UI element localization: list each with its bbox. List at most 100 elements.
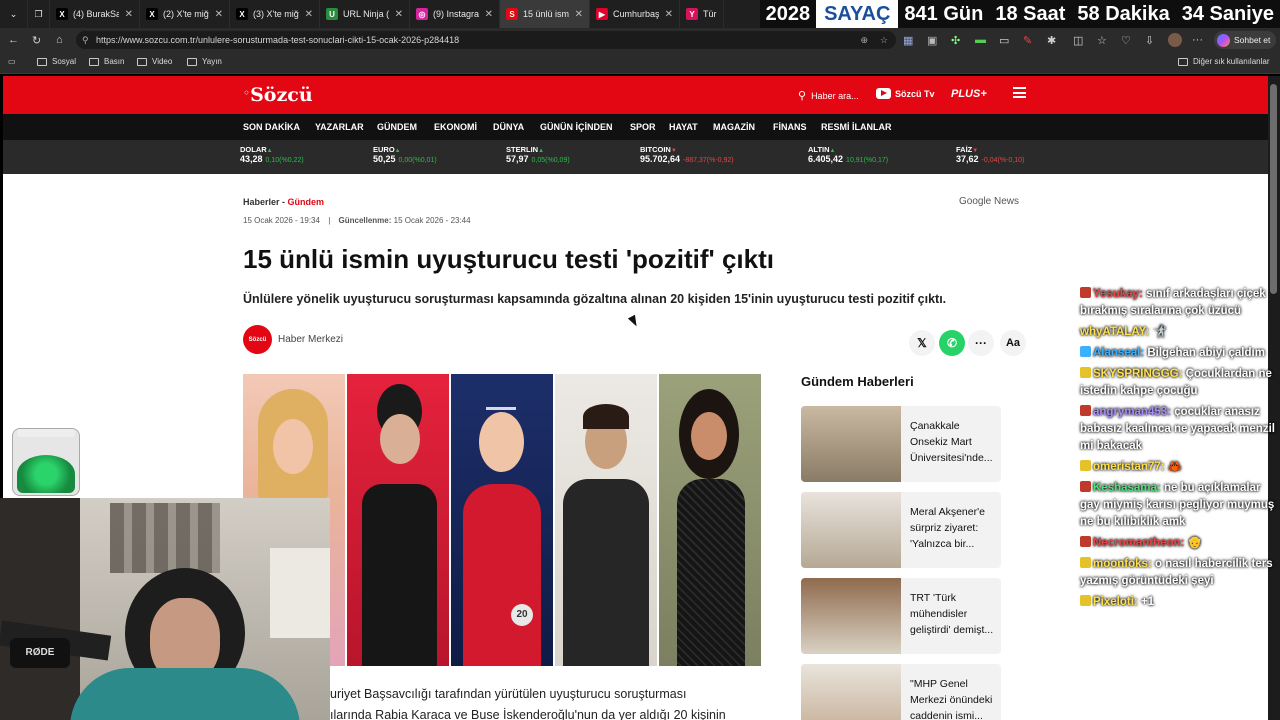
- nav-item[interactable]: SON DAKİKA: [243, 122, 300, 132]
- ticker-value: 57,97: [506, 154, 529, 164]
- tv-label: Sözcü Tv: [895, 88, 935, 99]
- browser-tab[interactable]: ◎ (9) Instagram ✕: [410, 0, 500, 28]
- ticker-name: FAİZ▼: [956, 145, 979, 154]
- browser-tab[interactable]: Y Türkiye: [680, 0, 724, 28]
- nav-item[interactable]: YAZARLAR: [315, 122, 364, 132]
- bookmark-folder-yayin[interactable]: Yayın: [187, 57, 222, 66]
- collections-icon[interactable]: ♡: [1121, 34, 1131, 47]
- tab-close-icon[interactable]: ✕: [485, 9, 493, 20]
- extension-icon-2[interactable]: ▣: [927, 34, 937, 47]
- tab-close-icon[interactable]: ✕: [125, 9, 133, 20]
- browser-tab[interactable]: X (4) BurakSakin ✕: [50, 0, 140, 28]
- photo-panel-3: 20: [451, 374, 553, 666]
- nav-item[interactable]: RESMİ İLANLAR: [821, 122, 892, 132]
- workspaces-icon[interactable]: ❐: [28, 0, 50, 28]
- chat-badge-icon: [1080, 481, 1091, 492]
- chat-badge-icon: [1080, 367, 1091, 378]
- nav-item[interactable]: GÜNDEM: [377, 122, 417, 132]
- chat-badge-icon: [1080, 405, 1091, 416]
- author-name[interactable]: Haber Merkezi: [278, 334, 343, 345]
- reload-icon[interactable]: ↻: [32, 34, 41, 47]
- bookmark-folder-basin[interactable]: Basın: [89, 57, 124, 66]
- ticker-item[interactable]: FAİZ▼ 37,62 -0,04(%-0,10): [956, 145, 1024, 164]
- news-card[interactable]: TRT 'Türk mühendisler geliştirdi' demişt…: [801, 578, 1001, 654]
- chat-username: Yesukay:: [1093, 288, 1143, 300]
- chat-text: 🤺: [1152, 326, 1167, 338]
- nav-item[interactable]: HAYAT: [669, 122, 698, 132]
- extension-icon-3[interactable]: ✣: [951, 34, 960, 47]
- tab-favicon-icon: ◎: [416, 8, 428, 20]
- news-card-thumbnail: [801, 578, 901, 654]
- hamburger-menu-icon[interactable]: [1013, 87, 1026, 98]
- breadcrumb-home[interactable]: Haberler: [243, 197, 280, 207]
- nav-item[interactable]: DÜNYA: [493, 122, 524, 132]
- plus-link[interactable]: PLUS+: [951, 88, 987, 100]
- nav-item[interactable]: EKONOMİ: [434, 122, 477, 132]
- browser-tab[interactable]: ▶ Cumhurbaşkan ✕: [590, 0, 680, 28]
- tab-close-icon[interactable]: ✕: [665, 9, 673, 20]
- reader-icon[interactable]: ⊕: [860, 31, 868, 49]
- author-avatar[interactable]: Sözcü: [243, 325, 272, 354]
- news-card[interactable]: Meral Akşener'e sürpriz ziyaret: 'Yalnız…: [801, 492, 1001, 568]
- split-screen-icon[interactable]: ◫: [1073, 34, 1083, 47]
- share-x-button[interactable]: 𝕏: [909, 330, 935, 356]
- nav-item[interactable]: SPOR: [630, 122, 656, 132]
- profile-avatar[interactable]: [1168, 33, 1182, 47]
- nav-item[interactable]: MAGAZİN: [713, 122, 755, 132]
- more-menu-icon[interactable]: ···: [1192, 34, 1203, 46]
- counter-hours: 18 Saat: [995, 3, 1066, 25]
- tab-title: (4) BurakSakin: [73, 9, 119, 19]
- extension-icon-4[interactable]: ▬: [975, 34, 986, 46]
- share-whatsapp-button[interactable]: ✆: [939, 330, 965, 356]
- google-news-link[interactable]: Google News: [959, 196, 1019, 207]
- breadcrumb-section[interactable]: Gündem: [288, 197, 325, 207]
- chat-username: Necromantheon:: [1093, 537, 1185, 549]
- bookmark-folder-sosyal[interactable]: Sosyal: [37, 57, 76, 66]
- bookmark-label: Video: [152, 57, 173, 66]
- bookmark-folder-video[interactable]: Video: [137, 57, 172, 66]
- favorite-star-icon[interactable]: ☆: [880, 31, 888, 49]
- share-more-button[interactable]: ···: [968, 330, 994, 356]
- ticker-item[interactable]: ALTIN▲ 6.405,42 10,91(%0,17): [808, 145, 888, 164]
- site-search[interactable]: ⚲ Haber ara...: [798, 89, 859, 102]
- tab-title: Türkiye: [703, 9, 717, 19]
- home-icon[interactable]: ⌂: [56, 34, 63, 46]
- tab-close-icon[interactable]: ✕: [215, 9, 223, 20]
- news-card[interactable]: "MHP Genel Merkezi önündeki caddenin ism…: [801, 664, 1001, 720]
- scrollbar-thumb[interactable]: [1270, 84, 1277, 294]
- tab-close-icon[interactable]: ✕: [395, 9, 403, 20]
- extensions-puzzle-icon[interactable]: ✱: [1047, 34, 1056, 47]
- ticker-item[interactable]: DOLAR▲ 43,28 0,10(%0,22): [240, 145, 304, 164]
- copilot-chat-button[interactable]: Sohbet et: [1214, 31, 1277, 49]
- chat-username: angryman453:: [1093, 406, 1171, 418]
- ticker-item[interactable]: STERLIN▲ 57,97 0,05(%0,09): [506, 145, 570, 164]
- browser-tab[interactable]: X (2) X'te miğfer ✕: [140, 0, 230, 28]
- sozcu-tv-link[interactable]: Sözcü Tv: [876, 88, 935, 99]
- site-info-icon[interactable]: ⚲: [82, 31, 89, 49]
- chat-username: Alanseal:: [1093, 347, 1145, 359]
- news-card[interactable]: Çanakkale Onsekiz Mart Üniversitesi'nde.…: [801, 406, 1001, 482]
- ticker-item[interactable]: BITCOIN▼ 95.702,64 -887,37(%-0,92): [640, 145, 734, 164]
- font-size-button[interactable]: Aa: [1000, 330, 1026, 356]
- url-input[interactable]: ⚲ https://www.sozcu.com.tr/unlulere-soru…: [76, 31, 896, 49]
- favorites-icon[interactable]: ☆: [1097, 34, 1107, 47]
- other-bookmarks-folder[interactable]: Diğer sık kullanılanlar: [1178, 57, 1269, 66]
- bookmarks-menu-icon[interactable]: ▭: [8, 57, 16, 66]
- extension-icon-1[interactable]: ▦: [903, 34, 913, 47]
- nav-item[interactable]: FİNANS: [773, 122, 807, 132]
- tab-close-icon[interactable]: ✕: [305, 9, 313, 20]
- nav-item[interactable]: GÜNÜN İÇİNDEN: [540, 122, 613, 132]
- ticker-trend-icon: ▲: [266, 148, 273, 154]
- downloads-icon[interactable]: ⇩: [1145, 34, 1154, 47]
- tab-list-button[interactable]: ⌄: [0, 0, 28, 28]
- browser-tab[interactable]: S 15 ünlü ismin u ✕: [500, 0, 590, 28]
- counter-year: 2028: [765, 3, 811, 25]
- site-logo[interactable]: ◦Sözcü: [243, 84, 313, 106]
- ticker-item[interactable]: EURO▲ 50,25 0,00(%0,01): [373, 145, 437, 164]
- browser-tab[interactable]: X (3) X'te miğfer ✕: [230, 0, 320, 28]
- extension-icon-5[interactable]: ▭: [999, 34, 1009, 47]
- browser-tab[interactable]: U URL Ninja (12) ✕: [320, 0, 410, 28]
- tab-close-icon[interactable]: ✕: [575, 9, 583, 20]
- extension-icon-6[interactable]: ✎: [1023, 34, 1032, 47]
- back-icon[interactable]: ←: [8, 34, 19, 46]
